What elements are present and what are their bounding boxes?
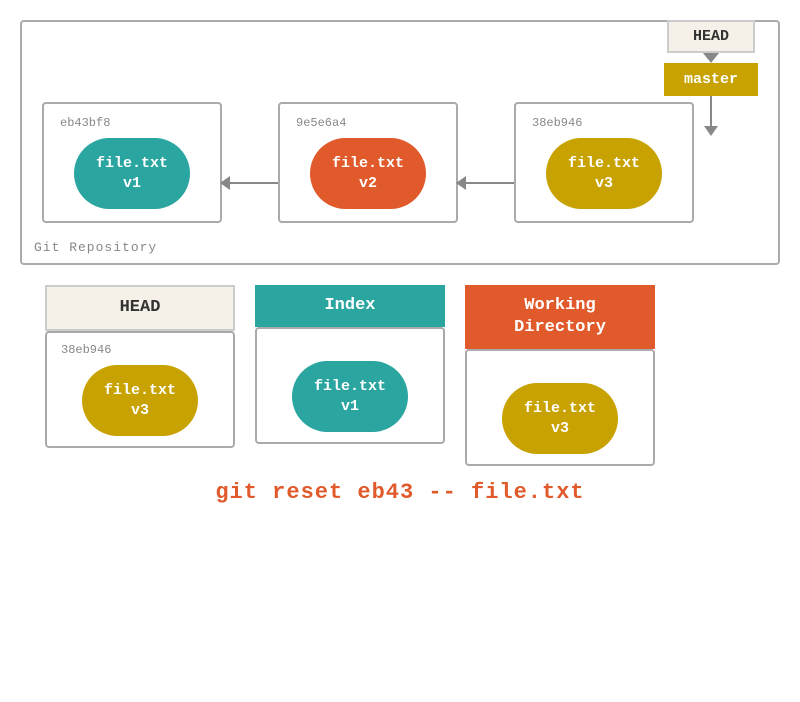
head-commit-id: 38eb946: [61, 343, 111, 357]
head-area-label: HEAD: [45, 285, 235, 331]
commits-row: eb43bf8 file.txt v1 9e5e6a4 file.txt v2: [42, 102, 758, 253]
arrow-2-to-1: [220, 176, 280, 190]
master-to-commit-arrow: [704, 96, 718, 136]
bottom-section: HEAD 38eb946 file.txt v3 Index file.txt: [20, 285, 780, 505]
index-area-box: file.txt v1: [255, 327, 445, 444]
index-area: Index file.txt v1: [250, 285, 450, 466]
index-area-label: Index: [255, 285, 445, 327]
workdir-blob: file.txt v3: [502, 383, 618, 454]
blob-2: file.txt v2: [310, 138, 426, 209]
commit-id-1: eb43bf8: [60, 116, 110, 130]
head-blob: file.txt v3: [82, 365, 198, 436]
main-container: HEAD master eb43bf8 file.txt v1: [0, 0, 800, 525]
head-to-master-arrow: [703, 53, 719, 63]
git-repo-box: HEAD master eb43bf8 file.txt v1: [20, 20, 780, 265]
git-repo-label: Git Repository: [34, 240, 157, 255]
commit-box-1: eb43bf8 file.txt v1: [42, 102, 222, 223]
commit-id-3: 38eb946: [532, 116, 582, 130]
commit-box-3: 38eb946 file.txt v3: [514, 102, 694, 223]
workdir-commit-id: [481, 361, 488, 375]
git-command: git reset eb43 -- file.txt: [20, 480, 780, 505]
commit-id-2: 9e5e6a4: [296, 116, 346, 130]
index-commit-id: [271, 339, 278, 353]
head-label: HEAD: [667, 20, 755, 53]
workdir-area-box: file.txt v3: [465, 349, 655, 466]
head-area-box: 38eb946 file.txt v3: [45, 331, 235, 448]
blob-3: file.txt v3: [546, 138, 662, 209]
index-blob: file.txt v1: [292, 361, 408, 432]
areas-row: HEAD 38eb946 file.txt v3 Index file.txt: [20, 285, 780, 466]
commit-box-2: 9e5e6a4 file.txt v2: [278, 102, 458, 223]
master-label: master: [664, 63, 758, 96]
workdir-area: WorkingDirectory file.txt v3: [460, 285, 660, 466]
blob-1: file.txt v1: [74, 138, 190, 209]
arrow-3-to-2: [456, 176, 516, 190]
head-area: HEAD 38eb946 file.txt v3: [40, 285, 240, 466]
workdir-area-label: WorkingDirectory: [465, 285, 655, 349]
